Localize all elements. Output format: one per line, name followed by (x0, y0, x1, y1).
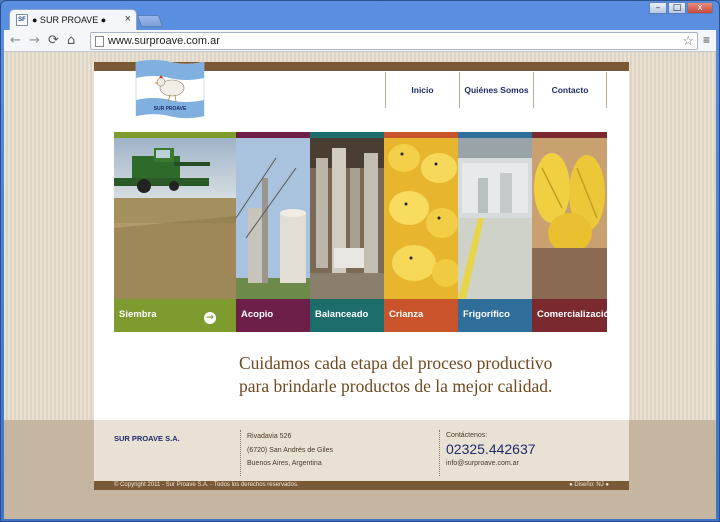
nav-inicio[interactable]: Inicio (385, 72, 459, 108)
arrow-right-icon[interactable]: → (204, 312, 216, 324)
panel-label-comercializacion: Comercialización (532, 299, 607, 332)
logo[interactable]: SUR PROAVE (134, 58, 206, 120)
maximize-button[interactable]: □ (668, 2, 686, 14)
panel-label-crianza: Crianza (384, 299, 458, 332)
favicon-icon: SF (16, 14, 28, 26)
panel-label-acopio: Acopio (236, 299, 310, 332)
process-panels: Siembra → Acopio Balanceado Crianza Frig… (114, 132, 607, 332)
footer-company: SUR PROAVE S.A. (114, 434, 180, 443)
panel-label-frigorifico: Frigorífico (458, 299, 532, 332)
copyright-text: © Copyright 2011 - Sur Proave S.A. - Tod… (114, 482, 299, 488)
footer-contact: Contáctenos: 02325.442637 info@surproave… (439, 430, 536, 476)
design-credit[interactable]: ● Diseño: NJ ● (569, 481, 609, 490)
bookmark-star-icon[interactable]: ☆ (682, 33, 694, 49)
footer-address: Rivadavia 526 (6720) San Andrés de Giles… (240, 430, 333, 476)
close-window-button[interactable]: x (687, 2, 713, 14)
tagline-line-2: para brindarle productos de la mejor cal… (239, 376, 553, 396)
contact-label: Contáctenos: (446, 432, 488, 439)
svg-text:SUR PROAVE: SUR PROAVE (154, 106, 187, 112)
browser-toolbar: ← → ⟳ ⌂ www.surproave.com.ar ☆ ≡ (4, 30, 716, 52)
email-link[interactable]: info@surproave.com.ar (446, 458, 536, 470)
panel-frigorifico[interactable]: Frigorífico (458, 132, 532, 332)
tab-title: ● SUR PROAVE ● (32, 15, 107, 25)
copyright-bar: © Copyright 2011 - Sur Proave S.A. - Tod… (94, 481, 629, 490)
reload-icon[interactable]: ⟳ (48, 33, 59, 48)
minimize-button[interactable]: – (649, 2, 667, 14)
panel-acopio[interactable]: Acopio (236, 132, 310, 332)
browser-menu-icon[interactable]: ≡ (703, 33, 710, 47)
panel-siembra[interactable]: Siembra → (114, 132, 236, 332)
nav-quienes-somos[interactable]: Quiénes Somos (459, 72, 533, 108)
address-line: Buenos Aires, Argentina (247, 460, 322, 467)
feed-plant-image (310, 138, 384, 299)
url-text: www.surproave.com.ar (108, 35, 220, 47)
footer-content: SUR PROAVE S.A. Rivadavia 526 (6720) San… (94, 420, 629, 488)
panel-label-balanceado: Balanceado (310, 299, 384, 332)
page-viewport: SUR PROAVE Inicio Quiénes Somos Contacto (4, 52, 716, 519)
main-nav: Inicio Quiénes Somos Contacto (385, 72, 607, 108)
window-controls: – □ x (649, 2, 713, 14)
address-bar[interactable]: www.surproave.com.ar ☆ (90, 32, 698, 50)
tagline-line-1: Cuidamos cada etapa del proceso producti… (239, 353, 553, 373)
browser-window: – □ x SF ● SUR PROAVE ● × ← → ⟳ ⌂ www.su… (0, 0, 720, 522)
back-icon[interactable]: ← (10, 33, 21, 48)
address-line: (6720) San Andrés de Giles (247, 446, 333, 454)
phone-number: 02325.442637 (446, 441, 536, 457)
panel-crianza[interactable]: Crianza (384, 132, 458, 332)
processing-plant-image (458, 138, 532, 299)
new-tab-button[interactable] (136, 15, 164, 27)
panel-comercializacion[interactable]: Comercialización (532, 132, 607, 332)
footer: SUR PROAVE S.A. Rivadavia 526 (6720) San… (4, 420, 716, 519)
harvester-image (114, 138, 236, 299)
forward-icon[interactable]: → (29, 33, 40, 48)
home-icon[interactable]: ⌂ (67, 33, 75, 48)
tab-close-icon[interactable]: × (125, 13, 131, 25)
silos-image (236, 138, 310, 299)
flag-logo-icon: SUR PROAVE (135, 59, 205, 119)
panel-balanceado[interactable]: Balanceado (310, 132, 384, 332)
packaged-products-image (532, 138, 607, 299)
panel-label-siembra: Siembra (119, 309, 157, 320)
address-line: Rivadavia 526 (247, 433, 292, 440)
tagline: Cuidamos cada etapa del proceso producti… (239, 352, 619, 398)
page-icon (95, 36, 104, 47)
nav-contacto[interactable]: Contacto (533, 72, 607, 108)
browser-tab[interactable]: SF ● SUR PROAVE ● × (9, 9, 137, 31)
chicks-image (384, 138, 458, 299)
